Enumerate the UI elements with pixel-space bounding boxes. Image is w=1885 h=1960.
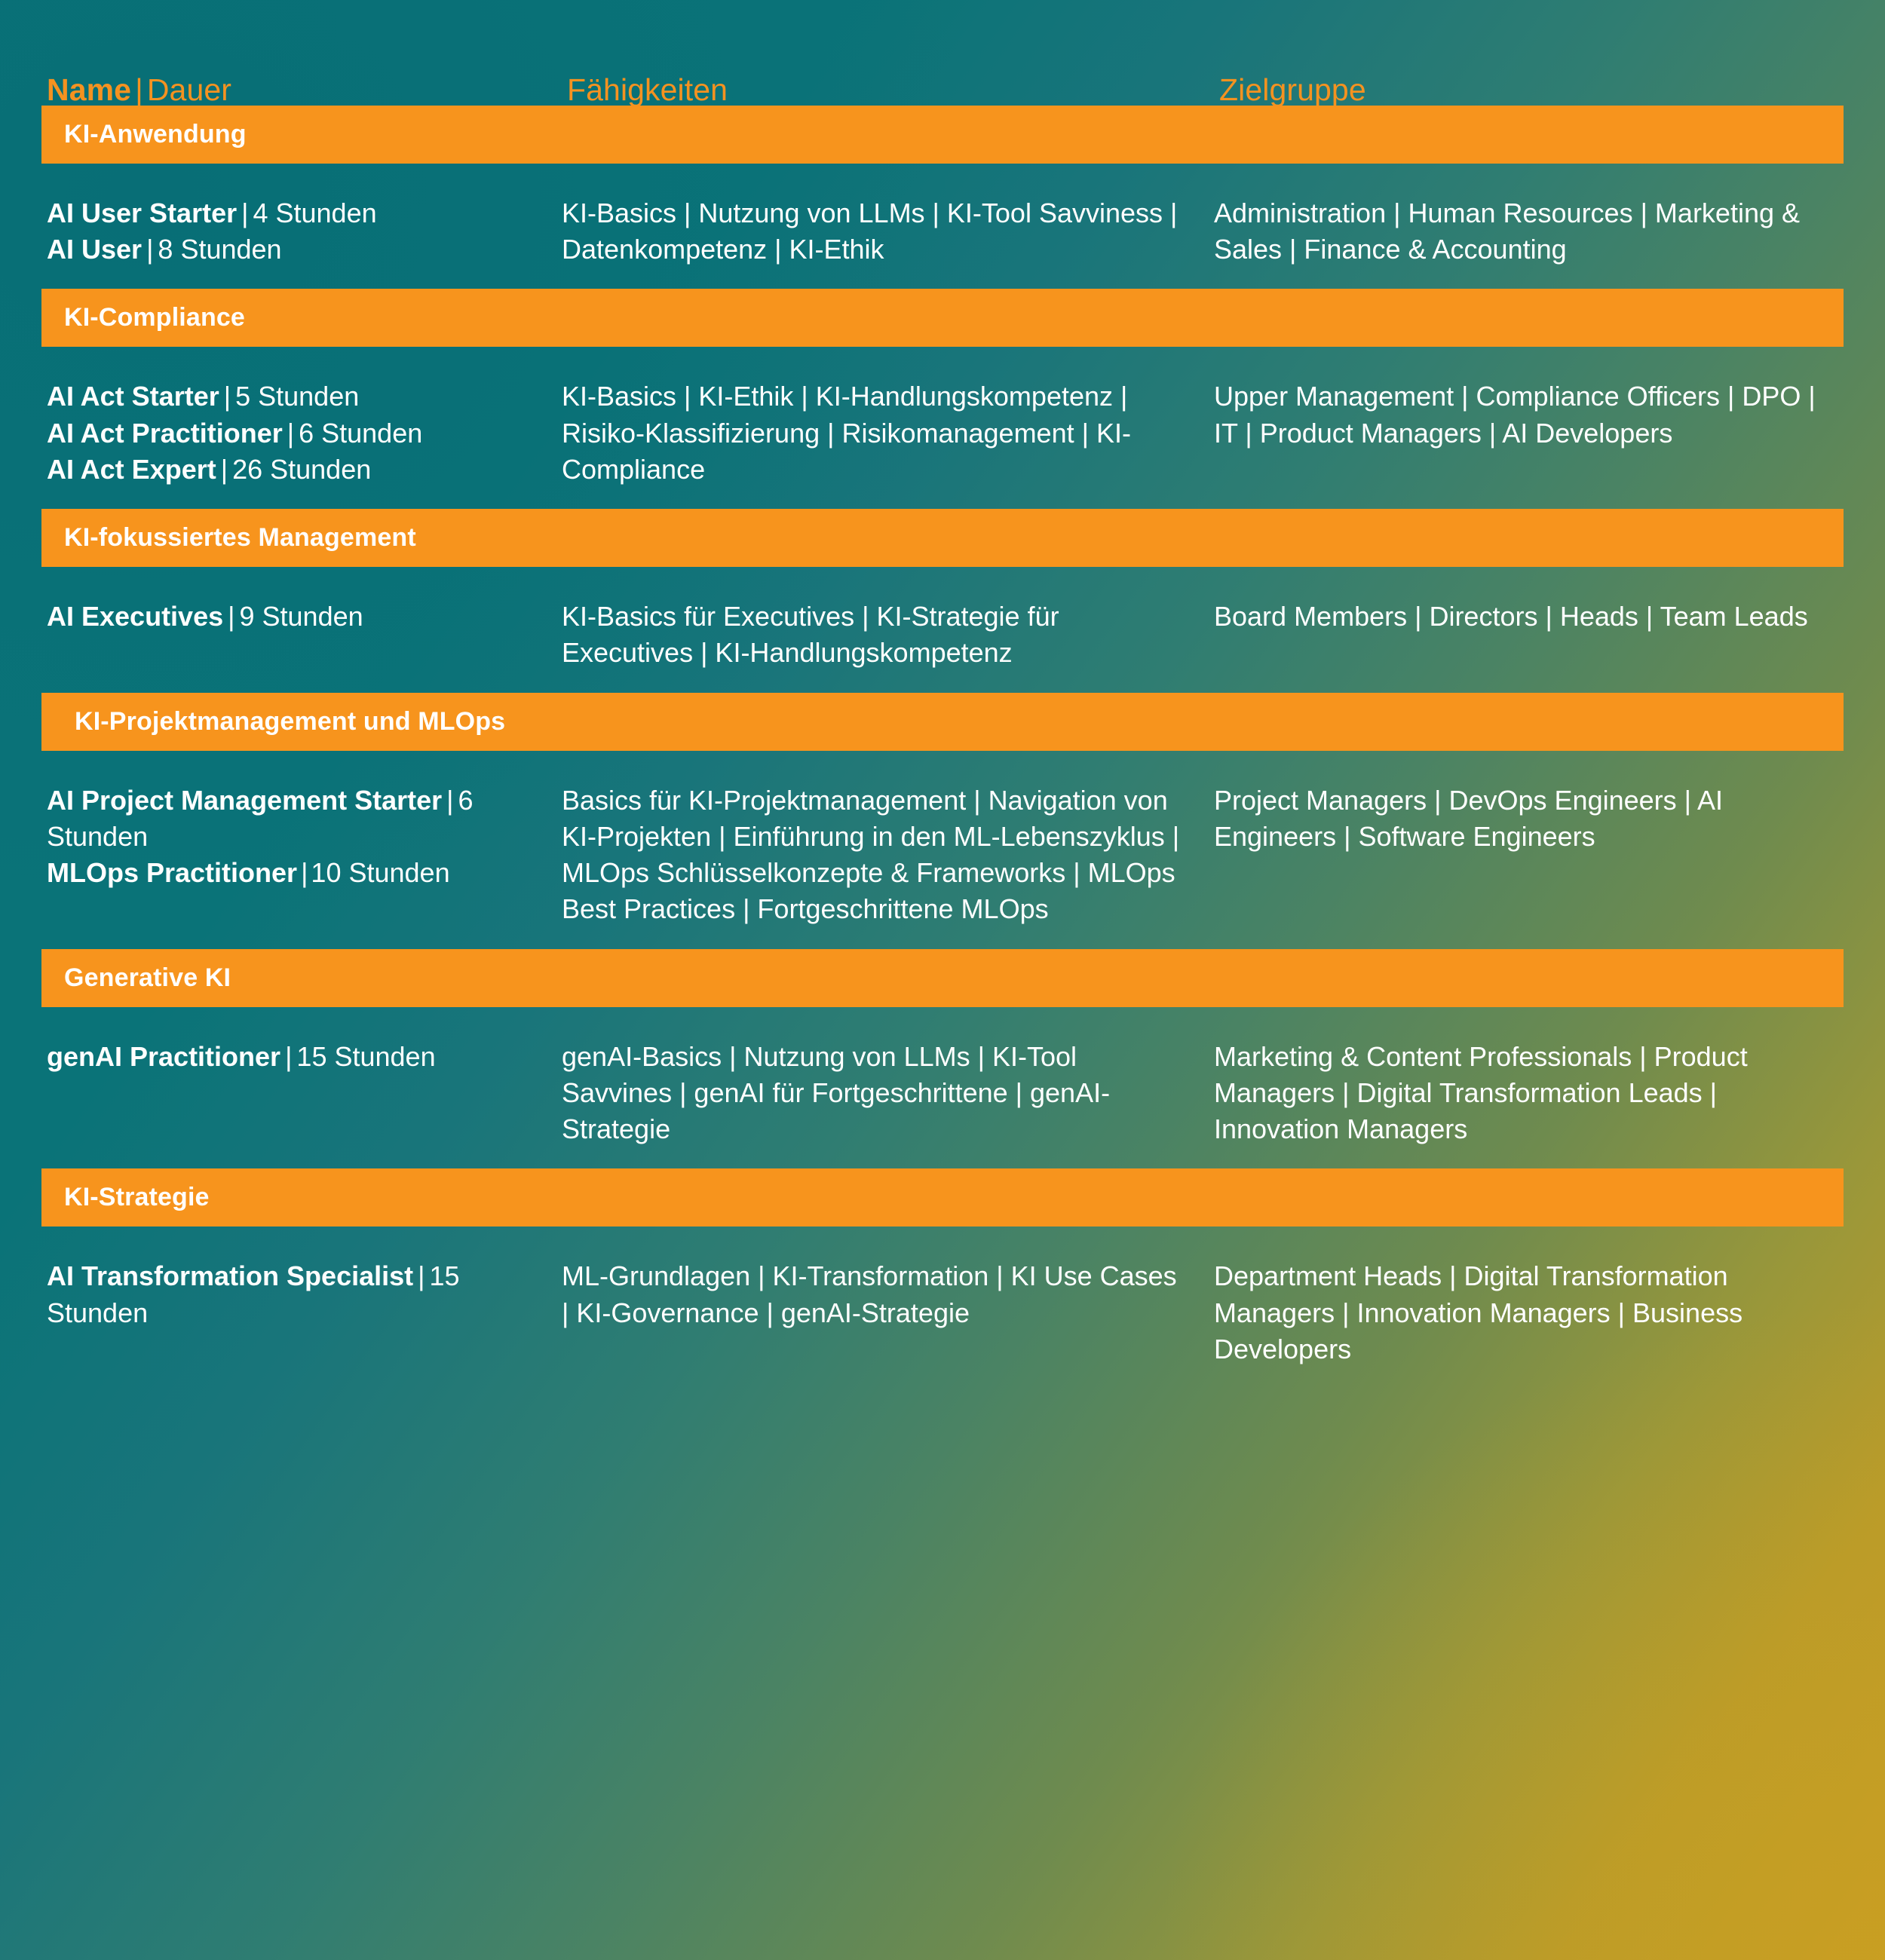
course-entry: AI Act Starter | 5 Stunden xyxy=(47,378,562,415)
course-separator: | xyxy=(418,1260,425,1292)
cell-skills: KI-Basics für Executives | KI-Strategie … xyxy=(562,601,1059,669)
course-name: AI User xyxy=(47,234,143,265)
cell-course-names: genAI Practitioner | 15 Stunden xyxy=(41,1039,562,1148)
section-title: KI-fokussiertes Management xyxy=(64,523,416,553)
column-header-row: Name | Dauer Fähigkeiten Zielgruppe xyxy=(41,0,1844,107)
table-row: genAI Practitioner | 15 Stunden genAI-Basic… xyxy=(41,1007,1844,1160)
course-separator: | xyxy=(220,453,228,485)
cell-target-group: Marketing & Content Professionals | Prod… xyxy=(1214,1040,1748,1145)
section-banner: KI-Anwendung xyxy=(41,106,1844,164)
cell-skills: KI-Basics | KI-Ethik | KI-Handlungskompe… xyxy=(562,381,1131,485)
course-separator: | xyxy=(301,857,308,889)
course-name: MLOps Practitioner xyxy=(47,857,298,889)
column-header-name-strong: Name xyxy=(47,72,132,107)
cell-target-group: Administration | Human Resources | Marke… xyxy=(1214,198,1801,265)
course-duration: 8 Stunden xyxy=(158,234,282,265)
section-title: KI-Compliance xyxy=(64,303,245,332)
table-row: AI Transformation Specialist | 15 Stunden M… xyxy=(41,1227,1844,1380)
course-entry: AI User Starter | 4 Stunden xyxy=(47,195,562,231)
course-name: genAI Practitioner xyxy=(47,1040,281,1072)
cell-target-group: Board Members | Directors | Heads | Team… xyxy=(1214,601,1808,632)
cell-course-names: AI Executives | 9 Stunden xyxy=(41,599,562,671)
course-duration: 4 Stunden xyxy=(253,198,377,228)
course-entry: AI User | 8 Stunden xyxy=(47,231,562,268)
table-row: AI Executives | 9 Stunden KI-Basics für Exe… xyxy=(41,567,1844,683)
course-entry: AI Act Expert | 26 Stunden xyxy=(47,452,562,488)
cell-skills: genAI-Basics | Nutzung von LLMs | KI-Too… xyxy=(562,1040,1111,1145)
column-header-target: Zielgruppe xyxy=(1219,72,1366,107)
cell-skills: Basics für KI-Projektmanagement | Naviga… xyxy=(562,784,1180,925)
section-banner: KI-Compliance xyxy=(41,289,1844,348)
section-title: KI-Anwendung xyxy=(64,120,247,149)
cell-skills: ML-Grundlagen | KI-Transformation | KI U… xyxy=(562,1260,1177,1328)
section-title: KI-Strategie xyxy=(64,1183,210,1212)
course-name: AI Act Practitioner xyxy=(47,417,283,449)
course-duration: 5 Stunden xyxy=(235,381,360,412)
course-duration: 9 Stunden xyxy=(239,601,363,632)
section-banner: Generative KI xyxy=(41,948,1844,1007)
course-entry: AI Project Management Starter | 6 Stunden xyxy=(47,782,562,855)
section-banner: KI-Strategie xyxy=(41,1168,1844,1227)
course-entry: AI Act Practitioner | 6 Stunden xyxy=(47,415,562,452)
cell-course-names: AI User Starter | 4 Stunden AI User | 8 Stund… xyxy=(41,195,562,268)
course-entry: AI Transformation Specialist | 15 Stunden xyxy=(47,1258,562,1331)
section-title: KI-Projektmanagement und MLOps xyxy=(75,706,506,736)
table-row: AI Project Management Starter | 6 Stunden M… xyxy=(41,751,1844,940)
sections-list: KI-Anwendung AI User Starter | 4 Stunden AI … xyxy=(41,106,1844,1380)
course-separator: | xyxy=(285,1040,293,1072)
course-name: AI Project Management Starter xyxy=(47,784,443,816)
cell-course-names: AI Act Starter | 5 Stunden AI Act Practitio… xyxy=(41,378,562,488)
course-duration: 26 Stunden xyxy=(232,453,372,485)
column-header-skills: Fähigkeiten xyxy=(567,72,728,107)
course-separator: | xyxy=(287,417,295,449)
course-duration: 15 Stunden xyxy=(296,1040,436,1072)
course-name: AI Act Starter xyxy=(47,381,219,412)
column-header-name: Name | Dauer xyxy=(41,72,567,108)
table-row: AI User Starter | 4 Stunden AI User | 8 Stund… xyxy=(41,164,1844,280)
course-duration: 10 Stunden xyxy=(311,857,450,889)
course-separator: | xyxy=(228,601,235,632)
cell-course-names: AI Project Management Starter | 6 Stunden M… xyxy=(41,782,562,928)
cell-course-names: AI Transformation Specialist | 15 Stunden xyxy=(41,1258,562,1367)
section-title: Generative KI xyxy=(64,963,231,992)
course-entry: genAI Practitioner | 15 Stunden xyxy=(47,1039,562,1075)
table-row: AI Act Starter | 5 Stunden AI Act Practitio… xyxy=(41,347,1844,500)
course-separator: | xyxy=(241,198,249,228)
cell-target-group: Department Heads | Digital Transformatio… xyxy=(1214,1260,1743,1364)
course-entry: MLOps Practitioner | 10 Stunden xyxy=(47,855,562,891)
training-overview-page: Name | Dauer Fähigkeiten Zielgruppe KI-Anw… xyxy=(0,0,1885,1960)
course-name: AI Transformation Specialist xyxy=(47,1260,414,1292)
cell-target-group: Upper Management | Compliance Officers |… xyxy=(1214,381,1816,449)
course-separator: | xyxy=(146,234,154,265)
cell-skills: KI-Basics | Nutzung von LLMs | KI-Tool S… xyxy=(562,198,1178,265)
course-entry: AI Executives | 9 Stunden xyxy=(47,599,562,635)
course-separator: | xyxy=(446,784,454,816)
section-banner: KI-fokussiertes Management xyxy=(41,509,1844,568)
course-name: AI Act Expert xyxy=(47,453,216,485)
column-header-separator: | xyxy=(135,72,143,107)
cell-target-group: Project Managers | DevOps Engineers | AI… xyxy=(1214,784,1724,852)
section-banner: KI-Projektmanagement und MLOps xyxy=(41,692,1844,751)
course-separator: | xyxy=(223,381,231,412)
course-duration: 6 Stunden xyxy=(299,417,423,449)
content-container: Name | Dauer Fähigkeiten Zielgruppe KI-Anw… xyxy=(0,0,1885,1380)
column-header-name-rest: Dauer xyxy=(146,72,232,107)
course-name: AI User Starter xyxy=(47,198,238,228)
course-name: AI Executives xyxy=(47,601,224,632)
